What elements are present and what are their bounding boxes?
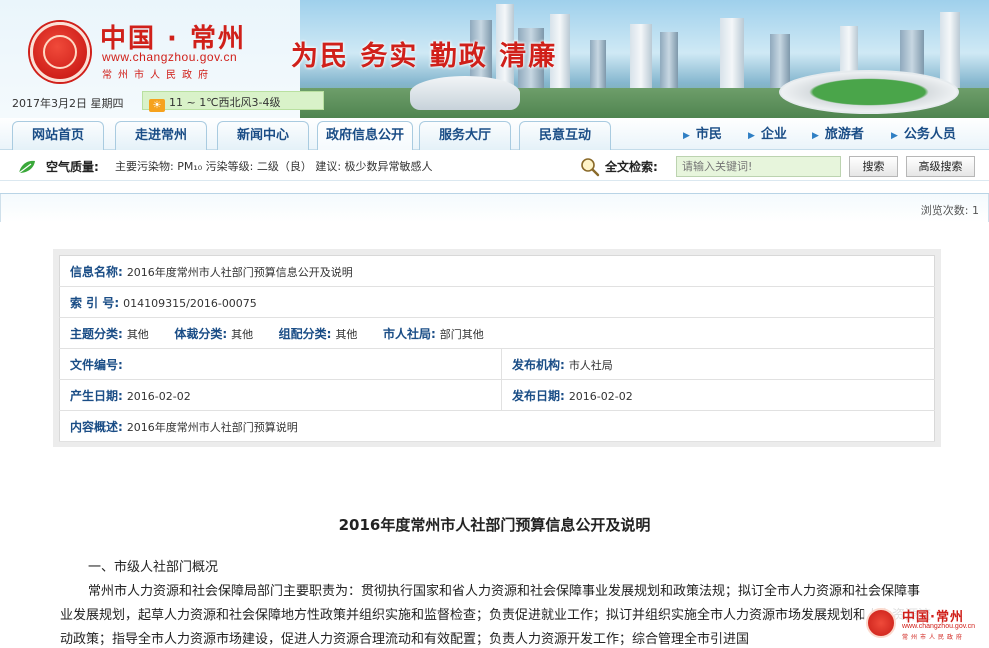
topic-label: 主题分类: (70, 326, 123, 341)
view-count: 浏览次数: 1 (920, 204, 979, 217)
air-quality-label: 空气质量: (46, 160, 99, 174)
info-row-name: 信息名称: 2016年度常州市人社部门预算信息公开及说明 (59, 255, 935, 287)
audience-civil-servant-link[interactable]: ▶ 公务人员 (891, 123, 956, 142)
published-value: 2016-02-02 (568, 389, 633, 403)
government-emblem-icon (866, 608, 896, 638)
badge-url: www.changzhou.gov.cn (902, 623, 976, 630)
info-row-summary: 内容概述: 2016年度常州市人社部门预算说明 (59, 410, 935, 442)
site-header: 中国 · 常州 www.changzhou.gov.cn 常州市人民政府 201… (0, 0, 989, 118)
topic-value: 其他 (126, 327, 149, 341)
publisher-value: 市人社局 (568, 358, 613, 372)
audience-citizens-link[interactable]: ▶ 市民 (683, 123, 722, 142)
weather-text: 11 ~ 1℃西北风3-4级 (169, 96, 281, 109)
toolbar: 空气质量: 主要污染物: PM₁₀ 污染等级: 二级（良） 建议: 极少数异常敏… (0, 151, 989, 181)
created-value: 2016-02-02 (126, 389, 191, 403)
org-value: 其他 (335, 327, 358, 341)
current-date: 2017年3月2日 星期四 (12, 97, 124, 110)
advanced-search-button[interactable]: 高级搜索 (906, 156, 975, 177)
summary-label: 内容概述: (70, 419, 123, 434)
info-panel: 信息名称: 2016年度常州市人社部门预算信息公开及说明 索 引 号: 014109… (53, 249, 941, 447)
info-index-value: 014109315/2016-00075 (123, 296, 257, 310)
tab-about-changzhou[interactable]: 走进常州 (115, 121, 207, 150)
body-paragraph: 常州市人力资源和社会保障局部门主要职责为：贯彻执行国家和省人力资源和社会保障事业… (60, 584, 932, 647)
tab-public-interaction[interactable]: 民意互动 (519, 121, 611, 150)
triangle-right-icon: ▶ (683, 131, 690, 141)
info-row-categories: 主题分类: 其他 体裁分类: 其他 组配分类: 其他 市人社局: 部门其他 (59, 317, 935, 349)
info-row-dates: 产生日期: 2016-02-02 发布日期: 2016-02-02 (59, 379, 935, 411)
audience-enterprise-link[interactable]: ▶ 企业 (748, 123, 787, 142)
page: 中国 · 常州 www.changzhou.gov.cn 常州市人民政府 201… (0, 0, 989, 648)
tab-service-hall[interactable]: 服务大厅 (419, 121, 511, 150)
triangle-right-icon: ▶ (891, 131, 898, 141)
info-row-docno: 文件编号: 发布机构: 市人社局 (59, 348, 935, 380)
magnifier-icon (581, 158, 600, 177)
created-label: 产生日期: (70, 388, 123, 403)
tab-home[interactable]: 网站首页 (12, 121, 104, 150)
site-url: www.changzhou.gov.cn (102, 50, 238, 64)
summary-value: 2016年度常州市人社部门预算说明 (126, 420, 298, 434)
info-table: 信息名称: 2016年度常州市人社部门预算信息公开及说明 索 引 号: 014109… (59, 255, 935, 442)
main-nav: 网站首页 走进常州 新闻中心 政府信息公开 服务大厅 民意互动 ▶ 市民 ▶ 企业 … (0, 118, 989, 150)
genre-value: 其他 (231, 327, 254, 341)
fulltext-search-label: 全文检索: (605, 160, 658, 174)
document-title: 2016年度常州市人社部门预算信息公开及说明 (338, 516, 651, 534)
tab-government-info[interactable]: 政府信息公开 (317, 121, 413, 150)
site-subtitle: 常州市人民政府 (102, 70, 214, 81)
info-index-label: 索 引 号: (70, 295, 120, 310)
bureau-label: 市人社局: (382, 326, 436, 341)
weather-box: ☀ 11 ~ 1℃西北风3-4级 (142, 91, 324, 112)
floating-site-badge[interactable]: 中国·常州 www.changzhou.gov.cn 常州市人民政府 (864, 603, 986, 643)
section-heading: 一、市级人社部门概况 (88, 560, 219, 575)
search-input[interactable] (676, 156, 841, 177)
bureau-value: 部门其他 (439, 327, 484, 341)
publisher-label: 发布机构: (512, 357, 565, 372)
org-label: 组配分类: (278, 326, 332, 341)
search-button[interactable]: 搜索 (849, 156, 898, 177)
docno-label: 文件编号: (70, 357, 123, 372)
published-label: 发布日期: (512, 388, 565, 403)
main-content: 浏览次数: 1 信息名称: 2016年度常州市人社部门预算信息公开及说明 索 引 … (0, 193, 989, 648)
air-quality-text: 主要污染物: PM₁₀ 污染等级: 二级（良） 建议: 极少数异常敏感人 (115, 160, 433, 173)
info-row-index: 索 引 号: 014109315/2016-00075 (59, 286, 935, 318)
audience-tourist-link[interactable]: ▶ 旅游者 (812, 123, 864, 142)
triangle-right-icon: ▶ (812, 131, 819, 141)
genre-label: 体裁分类: (174, 326, 228, 341)
government-emblem-icon[interactable] (30, 22, 90, 82)
info-name-label: 信息名称: (70, 264, 123, 279)
badge-subtitle: 常州市人民政府 (902, 634, 966, 641)
content-header-strip (0, 194, 989, 222)
slogan: 为民 务实 勤政 清廉 (291, 41, 558, 72)
triangle-right-icon: ▶ (748, 131, 755, 141)
tab-news-center[interactable]: 新闻中心 (217, 121, 309, 150)
info-name-value: 2016年度常州市人社部门预算信息公开及说明 (126, 265, 353, 279)
sun-icon: ☀ (149, 99, 165, 112)
leaf-icon (18, 160, 35, 174)
